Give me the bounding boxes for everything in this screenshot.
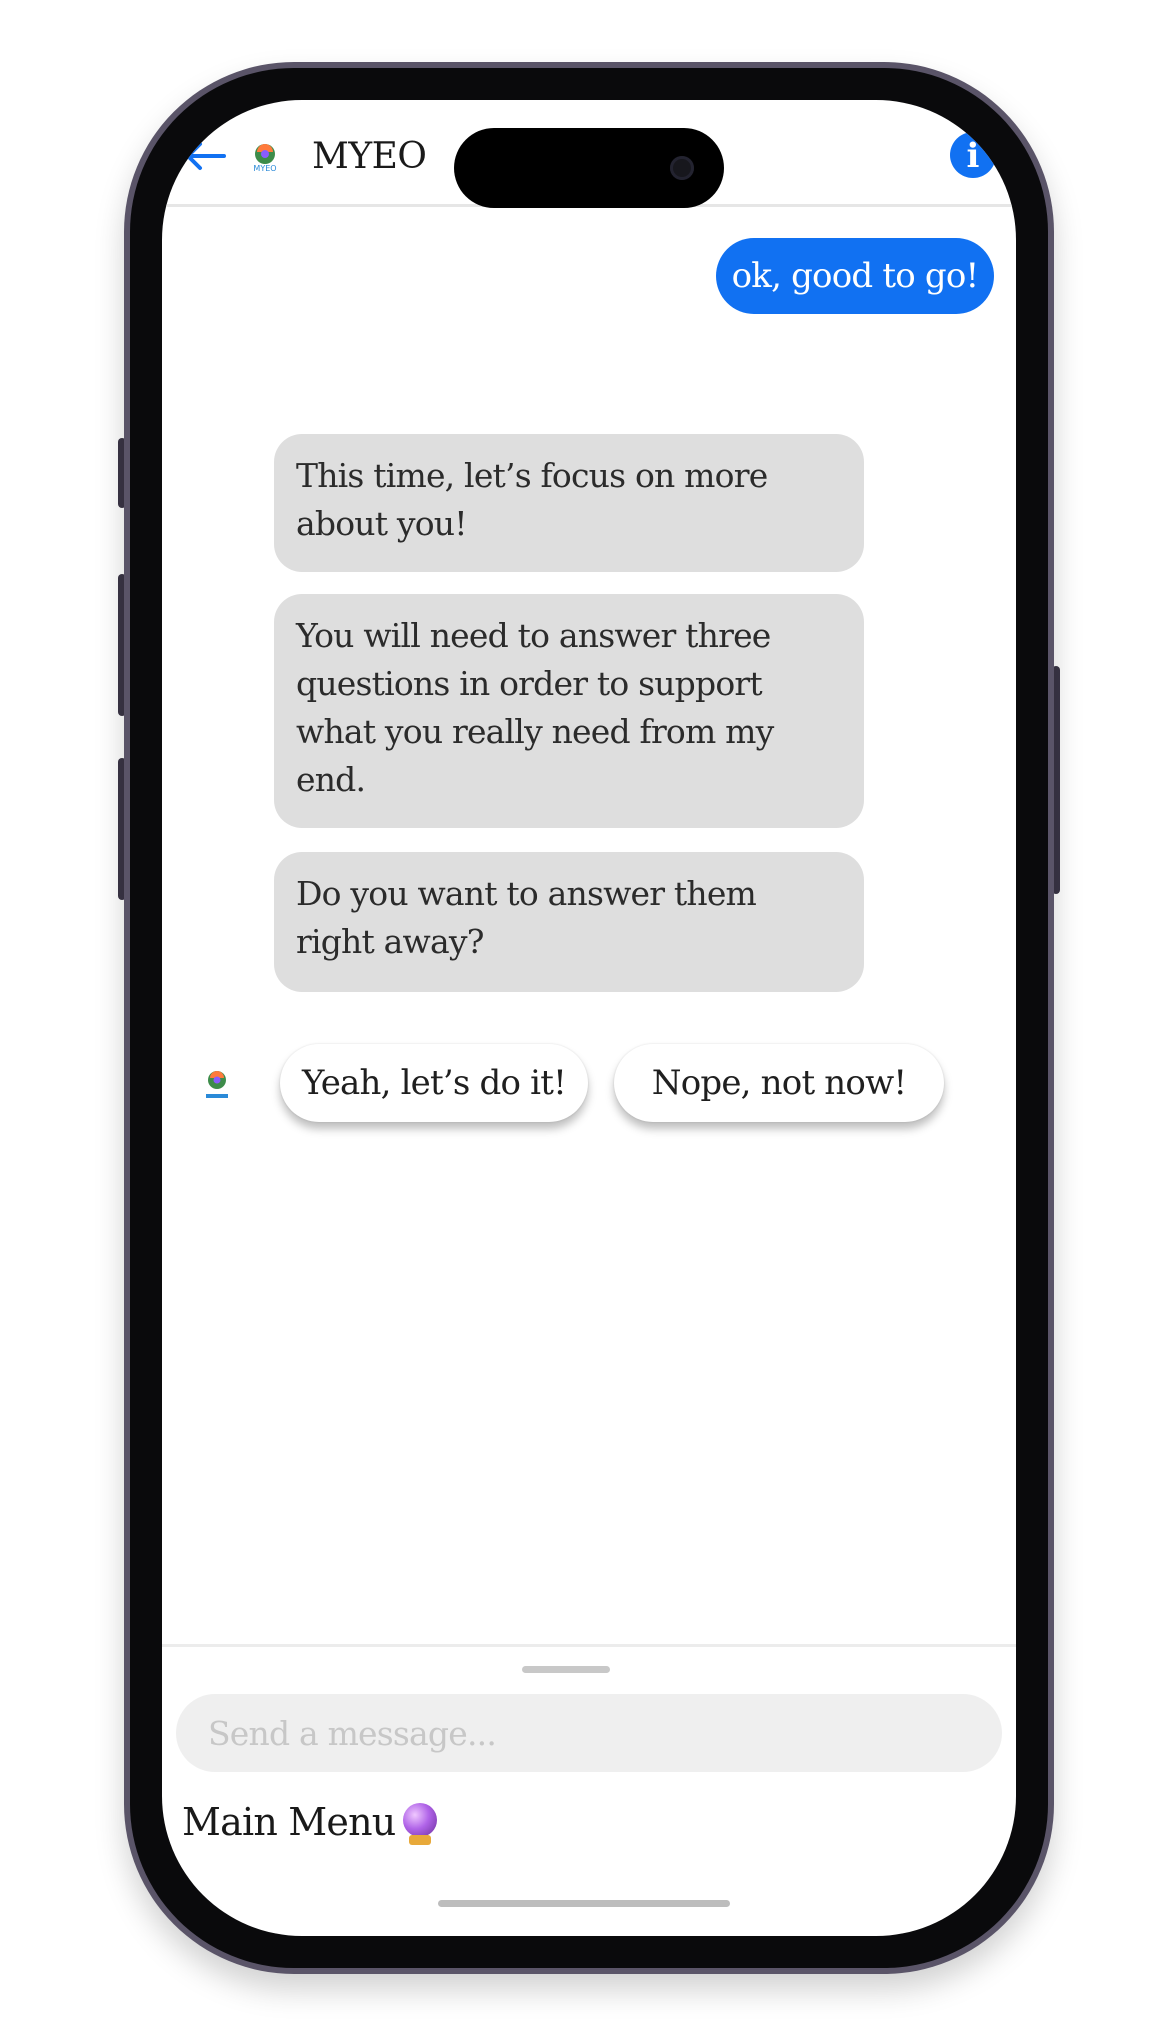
info-icon[interactable]: i bbox=[950, 132, 996, 178]
logo-text: MYEO bbox=[253, 164, 277, 173]
chat-title: MYEO bbox=[312, 136, 427, 177]
home-indicator[interactable] bbox=[438, 1900, 730, 1907]
bot-avatar-icon bbox=[206, 1071, 228, 1098]
quick-reply-yes-button[interactable]: Yeah, let’s do it! bbox=[280, 1044, 588, 1122]
main-menu-label: Main Menu bbox=[182, 1800, 396, 1844]
bot-message-bubble: This time, let’s focus on more about you… bbox=[274, 434, 864, 572]
quick-reply-no-button[interactable]: Nope, not now! bbox=[614, 1044, 944, 1122]
main-menu-button[interactable]: Main Menu bbox=[182, 1800, 438, 1845]
dynamic-island bbox=[454, 128, 724, 208]
bot-message-bubble: Do you want to answer them right away? bbox=[274, 852, 864, 992]
message-input[interactable] bbox=[176, 1694, 1002, 1772]
front-camera bbox=[670, 156, 694, 180]
user-message-bubble: ok, good to go! bbox=[716, 238, 994, 314]
arrow-left-icon[interactable] bbox=[182, 136, 226, 176]
bot-message-bubble: You will need to answer three questions … bbox=[274, 594, 864, 828]
crystal-ball-icon bbox=[403, 1803, 438, 1845]
chat-screen: MYEO MYEO i ok, good to go! This time, l… bbox=[162, 100, 1016, 1936]
footer-divider bbox=[162, 1644, 1016, 1647]
drag-handle[interactable] bbox=[522, 1666, 610, 1673]
